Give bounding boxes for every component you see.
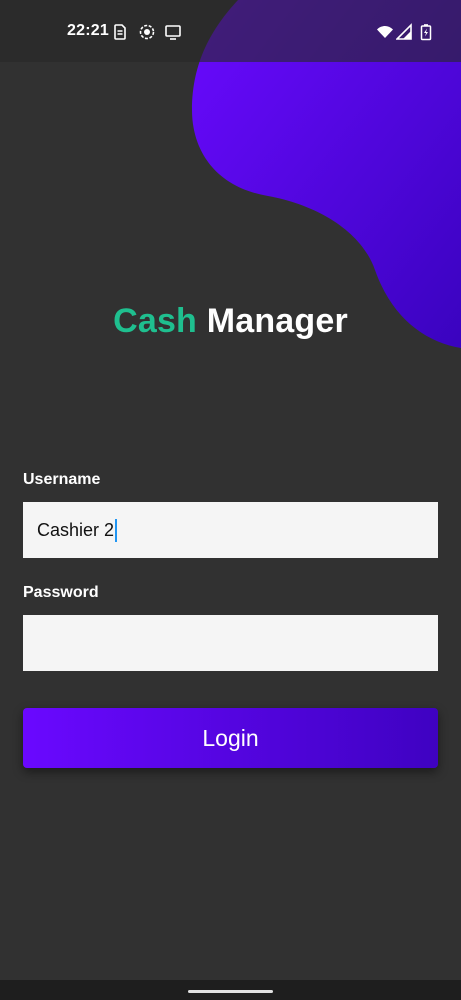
wifi-icon (377, 25, 393, 38)
login-screen: 22:21 Cash Manager Username Cashier 2 Pa… (0, 0, 461, 1000)
username-label: Username (23, 471, 101, 488)
password-label: Password (23, 584, 99, 601)
username-value: Cashier 2 (37, 519, 115, 540)
app-title-main: Manager (206, 302, 348, 340)
app-title: Cash Manager (0, 302, 461, 341)
sim-card-icon (114, 24, 126, 40)
cell-signal-icon (396, 23, 412, 40)
screen-record-icon (139, 24, 155, 40)
text-cursor (115, 518, 118, 542)
password-input[interactable] (23, 615, 438, 671)
home-indicator[interactable] (188, 990, 273, 993)
cast-screen-icon (165, 25, 181, 40)
app-title-accent: Cash (113, 302, 198, 340)
status-time: 22:21 (67, 22, 109, 39)
status-bar: 22:21 (0, 0, 461, 62)
navigation-bar (0, 980, 461, 1000)
login-button[interactable]: Login (23, 708, 438, 768)
battery-charging-icon (420, 24, 432, 41)
username-input[interactable]: Cashier 2 (23, 502, 438, 558)
